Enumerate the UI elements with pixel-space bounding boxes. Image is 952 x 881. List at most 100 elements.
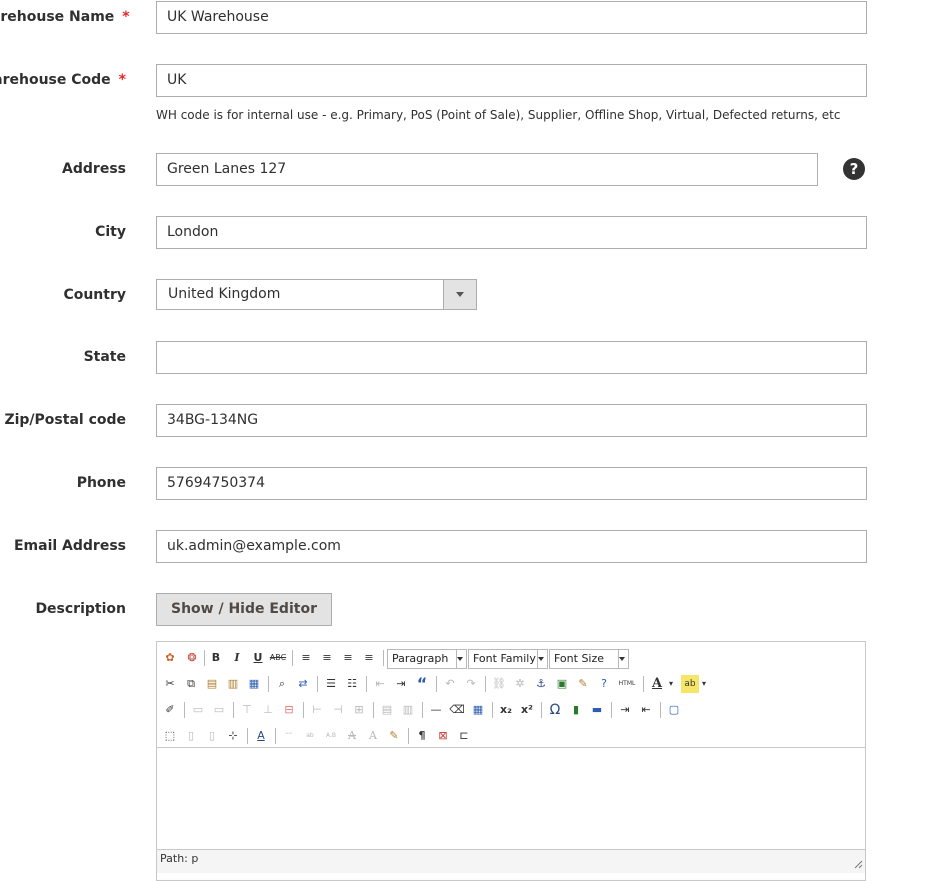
numbered-list-icon[interactable]: ☷: [343, 675, 361, 693]
font-color-icon[interactable]: A: [648, 675, 666, 693]
delete-row-icon[interactable]: ⊟: [280, 701, 298, 719]
move-backward-icon[interactable]: ▯: [203, 727, 221, 745]
insert-col-before-icon[interactable]: ⊢: [308, 701, 326, 719]
font-size-select[interactable]: Font Size: [549, 649, 629, 669]
acronym-icon[interactable]: A.B: [322, 727, 340, 745]
zip-input[interactable]: 34BG-134NG: [156, 404, 867, 437]
outdent-icon[interactable]: ⇤: [371, 675, 389, 693]
toolbar-separator: [422, 702, 423, 718]
link-icon[interactable]: ⛓: [490, 675, 508, 693]
zip-label: Zip/Postal code: [4, 412, 126, 428]
help-icon[interactable]: ?: [843, 158, 865, 180]
chevron-down-icon[interactable]: ▾: [699, 675, 709, 693]
absolute-position-icon[interactable]: ⊹: [224, 727, 242, 745]
cleanup-icon[interactable]: ✎: [574, 675, 592, 693]
toolbar-separator: [485, 676, 486, 692]
help-icon[interactable]: ?: [595, 675, 613, 693]
font-family-select[interactable]: Font Family: [468, 649, 548, 669]
editor-content-area[interactable]: [157, 749, 865, 849]
toolbar-separator: [436, 676, 437, 692]
bullet-list-icon[interactable]: ☰: [322, 675, 340, 693]
image-icon[interactable]: ▣: [553, 675, 571, 693]
state-input[interactable]: [156, 341, 867, 374]
toolbar-separator: [247, 728, 248, 744]
rtl-icon[interactable]: ⇤: [637, 701, 655, 719]
delete-col-icon[interactable]: ⊞: [350, 701, 368, 719]
chevron-down-icon[interactable]: ▾: [666, 675, 676, 693]
strikethrough-icon[interactable]: ABC: [269, 649, 287, 667]
insertion-icon[interactable]: A: [364, 727, 382, 745]
special-char-icon[interactable]: Ω: [546, 701, 564, 719]
insert-layer-icon[interactable]: ⬚: [161, 727, 179, 745]
non-breaking-icon[interactable]: ⊠: [434, 727, 452, 745]
merge-cells-icon[interactable]: ▥: [399, 701, 417, 719]
move-forward-icon[interactable]: ▯: [182, 727, 200, 745]
toolbar-row-3: ✐ ▭ ▭ ⊤ ⊥ ⊟ ⊢ ⊣ ⊞ ▤ ▥ — ⌫ ▦ x₂ x² Ω ▮ ▬: [161, 699, 861, 721]
anchor-icon[interactable]: ⚓: [532, 675, 550, 693]
toolbar-separator: [303, 702, 304, 718]
phone-input[interactable]: 57694750374: [156, 467, 867, 500]
deletion-icon[interactable]: A: [343, 727, 361, 745]
paste-text-icon[interactable]: ▥: [224, 675, 242, 693]
widget-icon[interactable]: ✿: [161, 649, 179, 667]
html-source-icon[interactable]: HTML: [616, 675, 638, 693]
remove-format-icon[interactable]: ⌫: [448, 701, 466, 719]
replace-icon[interactable]: ⇄: [294, 675, 312, 693]
highlight-color-icon[interactable]: ab: [681, 675, 699, 693]
city-input[interactable]: London: [156, 216, 867, 249]
redo-icon[interactable]: ↷: [462, 675, 480, 693]
undo-icon[interactable]: ↶: [441, 675, 459, 693]
split-cells-icon[interactable]: ▤: [378, 701, 396, 719]
editor-path: Path: p: [160, 852, 199, 865]
page-break-icon[interactable]: ⊏: [455, 727, 473, 745]
unlink-icon[interactable]: ✲: [511, 675, 529, 693]
ltr-icon[interactable]: ⇥: [616, 701, 634, 719]
warehouse-code-input[interactable]: UK: [156, 64, 867, 97]
table-icon[interactable]: ▦: [469, 701, 487, 719]
insert-row-after-icon[interactable]: ⊥: [259, 701, 277, 719]
toolbar-separator: [366, 676, 367, 692]
copy-icon[interactable]: ⧉: [182, 675, 200, 693]
chevron-down-icon[interactable]: [443, 280, 476, 309]
attributes-icon[interactable]: ✎: [385, 727, 403, 745]
underline-icon[interactable]: U: [249, 649, 267, 667]
horizontal-rule-icon[interactable]: —: [427, 701, 445, 719]
paste-icon[interactable]: ▤: [203, 675, 221, 693]
format-select[interactable]: Paragraph: [387, 649, 467, 669]
toolbar-separator: [660, 702, 661, 718]
media-icon[interactable]: ▮: [567, 701, 585, 719]
warehouse-name-input[interactable]: UK Warehouse: [156, 1, 867, 34]
cut-icon[interactable]: ✂: [161, 675, 179, 693]
insert-edit-icon[interactable]: ✐: [161, 701, 179, 719]
insert-variable-icon[interactable]: ❂: [183, 649, 201, 667]
table-row-props-icon[interactable]: ▭: [189, 701, 207, 719]
editor-toolbar: ✿ ❂ B I U ABC ≡ ≡ ≡ ≡ Paragraph Font Fam…: [157, 642, 865, 748]
address-input[interactable]: Green Lanes 127: [156, 153, 818, 186]
bold-icon[interactable]: B: [207, 649, 225, 667]
align-center-icon[interactable]: ≡: [318, 649, 336, 667]
align-left-icon[interactable]: ≡: [297, 649, 315, 667]
find-icon[interactable]: ⌕: [273, 675, 291, 693]
superscript-icon[interactable]: x²: [518, 701, 536, 719]
warehouse-code-note: WH code is for internal use - e.g. Prima…: [156, 108, 841, 122]
email-input[interactable]: uk.admin@example.com: [156, 530, 867, 563]
subscript-icon[interactable]: x₂: [497, 701, 515, 719]
fullscreen-icon[interactable]: ▢: [665, 701, 683, 719]
pilcrow-icon[interactable]: ¶: [413, 727, 431, 745]
indent-icon[interactable]: ⇥: [392, 675, 410, 693]
page-break-icon[interactable]: ▬: [588, 701, 606, 719]
align-right-icon[interactable]: ≡: [339, 649, 357, 667]
insert-row-before-icon[interactable]: ⊤: [238, 701, 256, 719]
table-cell-props-icon[interactable]: ▭: [210, 701, 228, 719]
italic-icon[interactable]: I: [228, 649, 246, 667]
blockquote-icon[interactable]: “: [413, 675, 431, 693]
styles-icon[interactable]: A: [252, 727, 270, 745]
paste-word-icon[interactable]: ▦: [245, 675, 263, 693]
country-select[interactable]: United Kingdom: [156, 279, 477, 310]
cite-icon[interactable]: “”: [280, 727, 298, 745]
align-justify-icon[interactable]: ≡: [360, 649, 378, 667]
abbreviation-icon[interactable]: ab: [301, 727, 319, 745]
toolbar-separator: [373, 702, 374, 718]
show-hide-editor-button[interactable]: Show / Hide Editor: [156, 593, 332, 626]
insert-col-after-icon[interactable]: ⊣: [329, 701, 347, 719]
